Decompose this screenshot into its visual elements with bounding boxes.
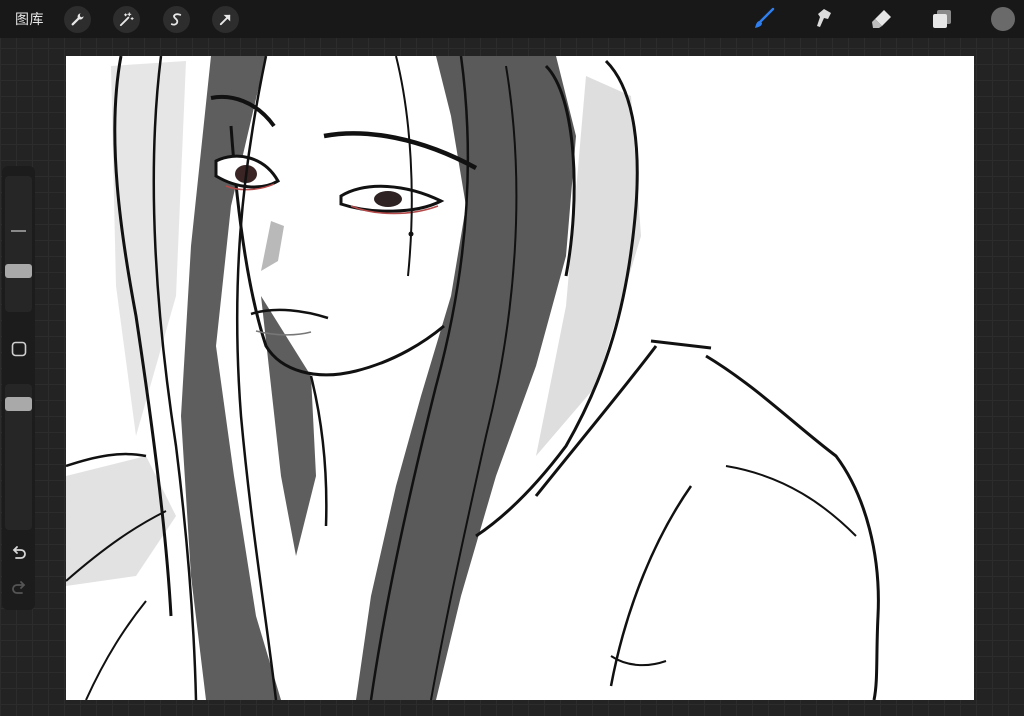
layers-button[interactable] [928, 6, 956, 32]
smudge-button[interactable] [809, 6, 837, 32]
opacity-thumb[interactable] [5, 397, 32, 411]
redo-button[interactable] [8, 577, 29, 598]
selection-button[interactable] [163, 6, 190, 33]
brush-icon [755, 7, 775, 28]
wrench-icon [71, 13, 84, 26]
square-icon [11, 341, 26, 356]
eraser-icon [872, 10, 891, 28]
left-sidebar [2, 166, 35, 610]
layers-icon [933, 10, 951, 28]
paint-button[interactable] [750, 6, 778, 32]
smudge-icon [817, 9, 831, 27]
drawing-canvas[interactable] [66, 56, 974, 700]
sketch-drawing [66, 56, 880, 700]
erase-button[interactable] [868, 6, 896, 32]
actions-button[interactable] [64, 6, 91, 33]
magic-wand-icon [119, 12, 134, 27]
transform-arrow-icon [219, 14, 231, 26]
selection-s-icon [170, 13, 182, 26]
brush-size-slider[interactable] [5, 176, 32, 312]
brush-size-thumb[interactable] [5, 264, 32, 278]
undo-button[interactable] [8, 542, 29, 563]
color-picker-button[interactable] [991, 7, 1015, 31]
undo-icon [12, 545, 26, 559]
slider-tick [11, 230, 26, 232]
gallery-button[interactable]: 图库 [15, 9, 44, 29]
adjustments-button[interactable] [113, 6, 140, 33]
transform-button[interactable] [212, 6, 239, 33]
modify-button[interactable] [8, 338, 29, 359]
redo-icon [11, 580, 25, 594]
top-toolbar: 图库 [0, 0, 1024, 38]
